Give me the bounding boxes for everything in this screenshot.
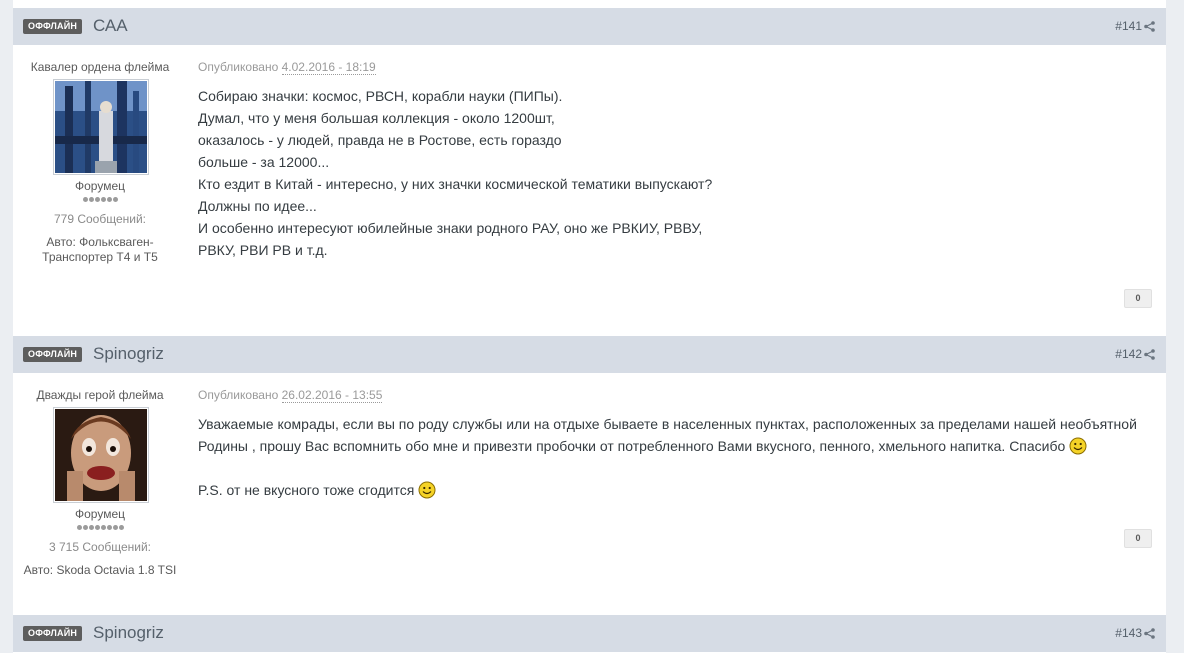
- smile-icon: [1069, 437, 1087, 455]
- content-line: Собираю значки: космос, РВСН, корабли на…: [198, 88, 563, 104]
- post-number-link[interactable]: #141: [1115, 19, 1142, 33]
- reputation-button[interactable]: 0: [1124, 529, 1152, 548]
- published-label: Опубликовано: [198, 60, 279, 74]
- content-line: РВКУ, РВИ РВ и т.д.: [198, 242, 328, 258]
- content-line: Кто ездит в Китай - интересно, у них зна…: [198, 176, 713, 192]
- post-content: Уважаемые комрады, если вы по роду служб…: [198, 413, 1158, 501]
- content-line: оказалось - у людей, правда не в Ростове…: [198, 132, 562, 148]
- post-count: 779 Сообщений:: [53, 212, 147, 226]
- content-line: Родины , прошу Вас вспомнить обо мне и п…: [198, 435, 1158, 457]
- content-line: больше - за 12000...: [198, 154, 330, 170]
- car-info: Авто: Фольксваген- Транспортер Т4 и Т5: [13, 235, 187, 265]
- content-text: P.S. от не вкусного тоже сгодится: [198, 482, 415, 498]
- rank-pips: [13, 197, 187, 202]
- avatar[interactable]: [53, 407, 149, 503]
- post-header: ОФФЛАЙН Spinogriz #143: [13, 615, 1166, 652]
- offline-badge: ОФФЛАЙН: [23, 626, 83, 641]
- avatar[interactable]: [53, 79, 149, 175]
- post-content: Собираю значки: космос, РВСН, корабли на…: [198, 85, 1158, 261]
- author-name-link[interactable]: Spinogriz: [93, 623, 164, 643]
- reputation-button[interactable]: 0: [1124, 289, 1152, 308]
- avatar-image: [55, 409, 147, 501]
- content-text: Родины , прошу Вас вспомнить обо мне и п…: [198, 438, 1066, 454]
- post-count: 3 715 Сообщений:: [48, 540, 152, 554]
- offline-badge: ОФФЛАЙН: [23, 347, 83, 362]
- car-line-1: Авто: Skoda Octavia 1.8 TSI: [23, 563, 177, 577]
- member-group: Форумец: [75, 507, 125, 521]
- post-header: ОФФЛАЙН Spinogriz #142: [13, 336, 1166, 373]
- published-info: Опубликовано 26.02.2016 - 13:55: [198, 388, 383, 403]
- rank-pips: [13, 525, 187, 530]
- post-header: ОФФЛАЙН САА #141: [13, 8, 1166, 45]
- posts-column: ОФФЛАЙН САА #141 Кавалер ордена флейма Ф…: [13, 0, 1166, 653]
- member-group: Форумец: [75, 179, 125, 193]
- author-name-link[interactable]: Spinogriz: [93, 344, 164, 364]
- top-strip: [13, 0, 1166, 8]
- content-line: Уважаемые комрады, если вы по роду служб…: [198, 416, 1137, 432]
- content-line: P.S. от не вкусного тоже сгодится: [198, 479, 1158, 501]
- car-line-1: Авто: Фольксваген-: [46, 235, 154, 249]
- author-name-link[interactable]: САА: [93, 16, 128, 36]
- car-info: Авто: Skoda Octavia 1.8 TSI: [13, 563, 187, 578]
- published-date: 4.02.2016 - 18:19: [281, 60, 376, 75]
- content-line: И особенно интересуют юбилейные знаки ро…: [198, 220, 703, 236]
- rank-title: Кавалер ордена флейма: [30, 60, 170, 74]
- content-line: Должны по идее...: [198, 198, 317, 214]
- share-icon[interactable]: [1144, 628, 1155, 639]
- post-number-link[interactable]: #142: [1115, 347, 1142, 361]
- published-label: Опубликовано: [198, 388, 279, 402]
- published-date: 26.02.2016 - 13:55: [281, 388, 383, 403]
- share-icon[interactable]: [1144, 349, 1155, 360]
- content-line: Думал, что у меня большая коллекция - ок…: [198, 110, 555, 126]
- post-number-link[interactable]: #143: [1115, 626, 1142, 640]
- avatar-image: [55, 81, 147, 173]
- published-info: Опубликовано 4.02.2016 - 18:19: [198, 60, 376, 75]
- share-icon[interactable]: [1144, 21, 1155, 32]
- car-line-2: Транспортер Т4 и Т5: [42, 250, 158, 264]
- smile-icon: [418, 481, 436, 499]
- offline-badge: ОФФЛАЙН: [23, 19, 83, 34]
- rank-title: Дважды герой флейма: [36, 388, 164, 402]
